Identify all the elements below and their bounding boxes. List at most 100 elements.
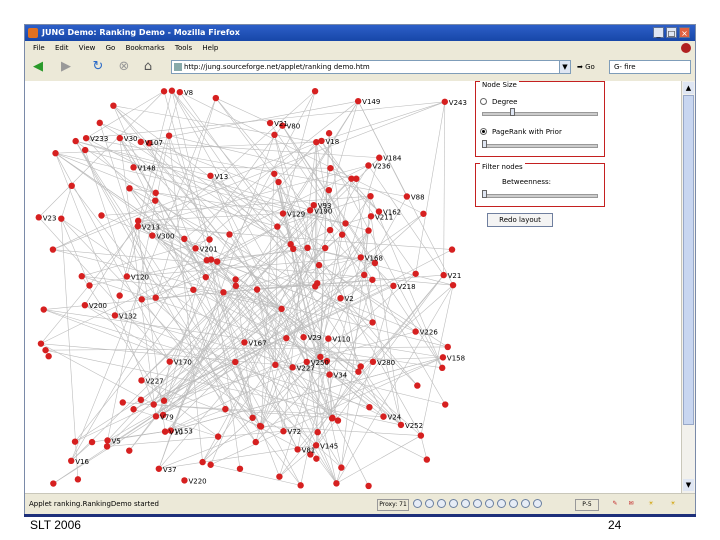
graph-node[interactable] [321, 244, 329, 252]
graph-node[interactable] [329, 414, 336, 422]
graph-node[interactable] [412, 328, 419, 335]
go-button[interactable]: ➡ Go [577, 60, 605, 74]
graph-node[interactable] [315, 261, 323, 269]
graph-node[interactable] [357, 254, 364, 261]
graph-node[interactable] [294, 446, 301, 453]
vertical-scrollbar[interactable]: ▲ ▼ [681, 81, 695, 493]
status-circle-icon-4[interactable] [449, 499, 458, 508]
graph-node[interactable] [138, 296, 145, 303]
graph-node[interactable] [326, 371, 333, 378]
graph-node[interactable] [274, 223, 281, 230]
graph-node[interactable] [104, 437, 111, 444]
graph-node[interactable] [199, 458, 206, 466]
graph-node[interactable] [103, 443, 111, 450]
home-icon[interactable]: ⌂ [139, 59, 157, 75]
degree-radio[interactable] [480, 98, 487, 105]
graph-node[interactable] [130, 164, 137, 171]
graph-node[interactable] [311, 87, 319, 95]
graph-node[interactable] [206, 236, 213, 243]
graph-node[interactable] [35, 214, 42, 221]
graph-node[interactable] [369, 276, 376, 283]
graph-node[interactable] [207, 461, 214, 468]
graph-node[interactable] [280, 428, 287, 435]
graph-node[interactable] [380, 413, 387, 420]
proxy-status[interactable]: Proxy: 71 [377, 499, 409, 511]
graph-node[interactable] [390, 282, 397, 290]
graph-node[interactable] [448, 246, 456, 253]
graph-node[interactable] [369, 358, 377, 366]
graph-node[interactable] [342, 220, 349, 227]
graph-node[interactable] [420, 210, 427, 217]
status-circle-icon-11[interactable] [533, 499, 542, 508]
graph-node[interactable] [214, 258, 221, 265]
graph-node[interactable] [138, 377, 145, 384]
graph-node[interactable] [220, 289, 227, 296]
graph-node[interactable] [207, 172, 214, 179]
graph-node[interactable] [86, 282, 93, 289]
graph-node[interactable] [369, 319, 376, 326]
maximize-button[interactable]: □ [666, 27, 677, 38]
graph-node[interactable] [232, 276, 239, 283]
graph-node[interactable] [58, 215, 65, 222]
graph-node[interactable] [168, 87, 176, 94]
graph-node[interactable] [444, 343, 451, 351]
minimize-button[interactable]: _ [653, 27, 664, 38]
graph-node[interactable] [190, 286, 197, 293]
menu-help[interactable]: Help [202, 41, 218, 55]
graph-node[interactable] [275, 178, 282, 186]
graph-node[interactable] [82, 134, 90, 142]
graph-node[interactable] [42, 346, 49, 354]
zoom-status[interactable]: P-5 [575, 499, 599, 511]
graph-node[interactable] [50, 480, 57, 487]
graph-node[interactable] [134, 223, 141, 230]
graph-node[interactable] [241, 339, 248, 346]
graph-node[interactable] [354, 97, 362, 105]
degree-option[interactable]: Degree [480, 98, 517, 106]
graph-node[interactable] [442, 401, 449, 408]
forward-icon[interactable]: ▶ [57, 59, 75, 75]
graph-node[interactable] [366, 403, 373, 411]
status-circle-icon-1[interactable] [413, 499, 422, 508]
graph-node[interactable] [212, 94, 220, 102]
graph-node[interactable] [278, 305, 285, 313]
graph-node[interactable] [72, 137, 79, 145]
status-circle-icon-6[interactable] [473, 499, 482, 508]
graph-node[interactable] [367, 192, 374, 200]
graph-node[interactable] [45, 353, 52, 360]
prior-slider[interactable] [482, 144, 598, 148]
graph-node[interactable] [71, 438, 79, 445]
prior-slider-thumb[interactable] [482, 140, 487, 148]
graph-node[interactable] [313, 455, 320, 462]
graph-node[interactable] [176, 88, 184, 96]
graph-node[interactable] [116, 292, 123, 299]
graph-node[interactable] [222, 405, 229, 413]
graph-node[interactable] [192, 245, 199, 252]
scroll-up-icon[interactable]: ▲ [683, 82, 694, 94]
graph-node[interactable] [338, 464, 345, 471]
back-icon[interactable]: ◀ [29, 59, 47, 75]
graph-node[interactable] [111, 312, 119, 319]
graph-node[interactable] [152, 189, 159, 197]
graph-node[interactable] [365, 227, 372, 234]
graph-node[interactable] [440, 271, 447, 279]
graph-node[interactable] [165, 132, 173, 139]
pagerank-option[interactable]: PageRank with Prior [480, 128, 562, 136]
graph-node[interactable] [137, 138, 144, 146]
graph-node[interactable] [161, 428, 169, 435]
graph-node[interactable] [226, 231, 233, 238]
graph-node[interactable] [78, 273, 85, 280]
graph-node[interactable] [271, 170, 278, 177]
graph-node[interactable] [257, 423, 265, 430]
graph-node[interactable] [134, 217, 142, 225]
graph-node[interactable] [116, 134, 124, 142]
status-circle-icon-10[interactable] [521, 499, 530, 508]
menu-view[interactable]: View [79, 41, 96, 55]
graph-node[interactable] [150, 401, 157, 408]
graph-node[interactable] [376, 154, 383, 161]
graph-node[interactable] [357, 363, 364, 370]
graph-node[interactable] [289, 364, 296, 371]
graph-node[interactable] [52, 150, 59, 157]
graph-node[interactable] [325, 130, 333, 137]
menu-go[interactable]: Go [106, 41, 116, 55]
graph-node[interactable] [337, 294, 344, 302]
